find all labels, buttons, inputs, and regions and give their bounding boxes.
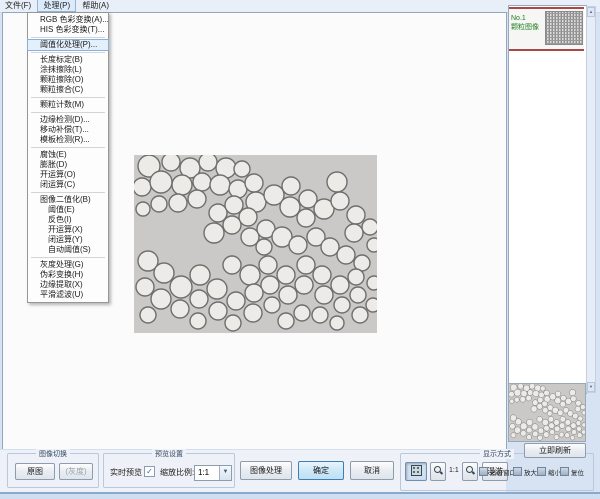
ratio-1to1-label: 1:1 bbox=[449, 467, 459, 474]
menu-separator bbox=[31, 37, 105, 38]
menu-item[interactable]: HIS 色彩变换(T)... bbox=[28, 25, 108, 35]
group-image-select-label: 图像切换 bbox=[36, 449, 70, 459]
menu-item[interactable]: 开运算(X) bbox=[28, 225, 108, 235]
display-mode-option-icon bbox=[479, 467, 488, 476]
zoom-in-tool-button[interactable] bbox=[462, 462, 478, 481]
menu-item[interactable]: RGB 色彩变换(A)... bbox=[28, 15, 108, 25]
menu-item[interactable]: 闭运算(Y) bbox=[28, 235, 108, 245]
history-scrollbar[interactable]: ▲ ▼ bbox=[586, 6, 596, 393]
menu-item[interactable]: 开运算(O) bbox=[28, 170, 108, 180]
menubar-item-process[interactable]: 处理(P) bbox=[38, 0, 75, 11]
combo-dropdown-icon[interactable]: ▼ bbox=[219, 466, 231, 480]
menu-separator bbox=[31, 97, 105, 98]
display-mode-option[interactable]: 放大 bbox=[513, 467, 537, 478]
magnifier-icon bbox=[434, 466, 443, 475]
scroll-down-icon[interactable]: ▼ bbox=[587, 382, 595, 392]
scroll-up-icon[interactable]: ▲ bbox=[587, 7, 595, 17]
menu-item[interactable]: 阈值(E) bbox=[28, 205, 108, 215]
menu-item[interactable]: 边缘检测(D)... bbox=[28, 115, 108, 125]
history-list-item-selected[interactable]: No.1 颗粒图像 bbox=[509, 7, 584, 51]
menu-separator bbox=[31, 52, 105, 53]
menu-item[interactable]: 腐蚀(E) bbox=[28, 150, 108, 160]
menu-item[interactable]: 反色(I) bbox=[28, 215, 108, 225]
menubar-item-file[interactable]: 文件(F) bbox=[0, 0, 36, 11]
cancel-button[interactable]: 取消 bbox=[350, 461, 394, 480]
refresh-button[interactable]: 立即刷新 bbox=[524, 443, 586, 458]
menu-item[interactable]: 灰度处理(G) bbox=[28, 260, 108, 270]
menu-separator bbox=[31, 147, 105, 148]
window-bottom-frame bbox=[0, 494, 600, 499]
history-listbox[interactable]: No.1 颗粒图像 bbox=[508, 5, 587, 394]
menu-item[interactable]: 长度标定(B) bbox=[28, 55, 108, 65]
display-mode-option[interactable]: 适合窗口 bbox=[479, 467, 516, 478]
display-mode-option-icon bbox=[560, 467, 569, 476]
group-preview-settings-label: 预览设置 bbox=[152, 449, 186, 459]
history-item-thumbnail bbox=[545, 11, 583, 45]
bottom-toolbar: 图像切换 原图 (灰度) 预览设置 实时预览 ✓ 缩放比例: 1:1 ▼ 图像处… bbox=[0, 449, 506, 493]
menu-item[interactable]: 图像二值化(B) bbox=[28, 195, 108, 205]
menu-separator bbox=[31, 112, 105, 113]
ok-button[interactable]: 确定 bbox=[298, 461, 344, 480]
display-mode-option-icon bbox=[537, 467, 546, 476]
zoom-ratio-value: 1:1 bbox=[198, 468, 209, 477]
menu-item[interactable]: 闭运算(C) bbox=[28, 180, 108, 190]
process-image-button[interactable]: 图像处理 bbox=[240, 461, 292, 480]
menu-item[interactable]: 平滑滤波(U) bbox=[28, 290, 108, 300]
history-item-label: No.1 颗粒图像 bbox=[511, 14, 545, 32]
menu-item[interactable]: 膨胀(D) bbox=[28, 160, 108, 170]
fit-window-icon bbox=[411, 465, 422, 476]
gray-image-button: (灰度) bbox=[59, 463, 93, 480]
menu-item[interactable]: 阈值化处理(P)... bbox=[28, 40, 108, 50]
menu-item[interactable]: 颗粒擦合(C) bbox=[28, 85, 108, 95]
menu-item[interactable]: 涂抹擦除(L) bbox=[28, 65, 108, 75]
menubar-item-help[interactable]: 帮助(A) bbox=[77, 0, 114, 11]
live-preview-label: 实时预览 bbox=[110, 467, 142, 478]
magnifier-plus-icon bbox=[466, 466, 475, 475]
group-preview-settings: 预览设置 实时预览 ✓ 缩放比例: 1:1 ▼ bbox=[103, 453, 235, 488]
zoom-ratio-combobox[interactable]: 1:1 ▼ bbox=[194, 465, 232, 481]
menu-separator bbox=[31, 192, 105, 193]
menu-item[interactable]: 颗粒擦除(O) bbox=[28, 75, 108, 85]
preview-thumbnail-frame bbox=[508, 383, 586, 442]
display-mode-option-icon bbox=[513, 467, 522, 476]
zoom-tool-button[interactable] bbox=[430, 462, 446, 481]
menu-item[interactable]: 颗粒计数(M) bbox=[28, 100, 108, 110]
specimen-image bbox=[134, 155, 377, 333]
display-mode-option[interactable]: 复位 bbox=[560, 467, 584, 478]
original-image-button[interactable]: 原图 bbox=[15, 463, 55, 480]
menu-separator bbox=[31, 257, 105, 258]
menu-item[interactable]: 模板检测(R)... bbox=[28, 135, 108, 145]
menu-item[interactable]: 移动补偿(T)... bbox=[28, 125, 108, 135]
menu-item[interactable]: 伪彩变换(H) bbox=[28, 270, 108, 280]
live-preview-checkbox[interactable]: ✓ bbox=[144, 466, 155, 477]
group-image-select: 图像切换 原图 (灰度) bbox=[7, 453, 99, 488]
process-dropdown-menu: RGB 色彩变换(A)...HIS 色彩变换(T)... 阈值化处理(P)... 长… bbox=[27, 12, 109, 303]
group-display-mode-label: 显示方式 bbox=[480, 449, 514, 459]
group-display-mode: 显示方式 1:1 漫游 适合窗口放大缩小复位 bbox=[400, 453, 594, 491]
fit-window-button[interactable] bbox=[405, 462, 427, 481]
menu-item[interactable]: 边缘提取(X) bbox=[28, 280, 108, 290]
display-mode-option[interactable]: 缩小 bbox=[537, 467, 561, 478]
menu-item[interactable]: 自动阈值(S) bbox=[28, 245, 108, 255]
zoom-ratio-label: 缩放比例: bbox=[160, 467, 194, 478]
preview-thumbnail-image[interactable] bbox=[509, 384, 585, 441]
